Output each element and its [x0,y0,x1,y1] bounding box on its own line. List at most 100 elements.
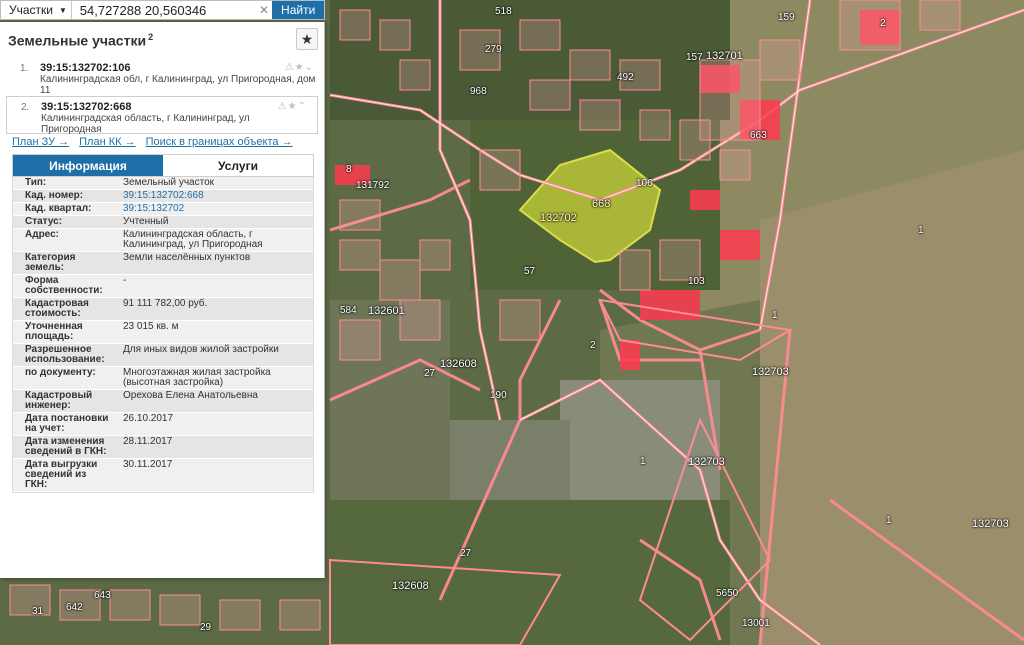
result-tools-icons[interactable]: ⚠★⌄ [285,62,314,73]
info-key: Кад. квартал: [25,203,92,214]
result-address: Калининградская обл, г Калининград, ул П… [40,74,316,96]
map-parcel-label: 279 [485,44,502,55]
result-cadastral-number[interactable]: 39:15:132702:106 [40,62,318,74]
map-parcel-label: 27 [424,368,436,379]
tab-services[interactable]: Услуги [163,155,313,176]
info-value: 26.10.2017 [123,413,174,424]
map-parcel-label: 2 [590,340,596,351]
plan-kk-link[interactable]: План КК → [79,136,135,148]
info-key: Форма собственности: [25,275,103,296]
result-item-selected[interactable]: 2. 39:15:132702:668 Калининградская обла… [6,96,318,135]
search-type-dropdown[interactable]: Участки ▼ [1,1,72,19]
info-row: Кадастровая стоимость: 91 111 782,00 руб. [13,298,313,321]
info-key: Статус: [25,216,63,227]
info-key: по документу: [25,367,96,378]
info-row: Форма собственности: - [13,275,313,298]
map-parcel-label: 5650 [716,588,739,599]
map-parcel-label: 968 [470,86,487,97]
star-icon[interactable]: ★ [296,28,318,50]
cadastral-quarter-link[interactable]: 39:15:132702 [111,203,313,215]
map-quarter-label: 132703 [688,456,725,468]
info-value: Земельный участок [123,177,215,188]
map-parcel-label: 157 [686,52,703,63]
result-item[interactable]: 1. 39:15:132702:106 Калининградская обл,… [0,58,324,96]
info-value: Калининградская область, г Калининград, … [123,229,263,250]
map-parcel-label: 57 [524,266,536,277]
info-key: Адрес: [25,229,59,240]
map-quarter-label: 132703 [752,366,789,378]
info-value: Учтенный [123,216,169,227]
info-value: Многоэтажная жилая застройка (высотная з… [123,367,271,388]
info-row: Тип: Земельный участок [13,177,313,190]
map-parcel-label: 8 [346,164,352,175]
info-value: 28.11.2017 [123,436,173,447]
map-parcel-label: 584 [340,305,357,316]
map-quarter-label: 132601 [368,305,405,317]
info-row: Дата постановки на учет: 26.10.2017 [13,413,313,436]
map-quarter-label: 132608 [440,358,477,370]
search-bar: Участки ▼ ✕ Найти [0,0,325,20]
result-address: Калининградская область, г Калининград, … [41,113,250,135]
selected-parcel-label: 668 [592,198,611,210]
results-count: 2 [148,31,154,42]
info-key: Дата постановки на учет: [25,413,109,434]
map-parcel-label: 518 [495,6,512,17]
info-row: Кад. квартал: 39:15:132702 [13,203,313,216]
map-quarter-label: 132703 [972,518,1009,530]
info-row: Категория земель: Земли населённых пункто… [13,252,313,275]
info-key: Кадастровый инженер: [25,390,93,411]
map-parcel-label: 1 [918,225,924,236]
tab-bar: Информация Услуги [12,154,314,177]
info-row: Дата выгрузки сведений из ГКН: 30.11.2017 [13,459,313,492]
map-quarter-label: 132701 [706,50,743,62]
panel-title-text: Земельные участки [8,32,147,49]
result-tools-icons[interactable]: ⚠★⌃ [278,101,307,112]
cadastral-number-link[interactable]: 39:15:132702:668 [111,190,313,202]
info-key: Дата изменения сведений в ГКН: [25,436,107,457]
search-bounds-link[interactable]: Поиск в границах объекта → [146,136,293,148]
map-parcel-label: 1 [886,515,892,526]
info-row: Адрес: Калининградская область, г Калинин… [13,229,313,252]
info-key: Категория земель: [25,252,76,273]
tab-information[interactable]: Информация [13,155,163,176]
search-button[interactable]: Найти [272,1,324,19]
map-parcel-label: 663 [750,130,767,141]
results-panel: Земельные участки 2 ★ 1. 39:15:132702:106… [0,22,325,578]
result-number: 1. [20,63,29,74]
map-parcel-label: 13001 [742,618,770,629]
info-key: Уточненная площадь: [25,321,83,342]
search-input[interactable] [71,1,256,19]
map-parcel-label: 27 [460,548,472,559]
map-parcel-label: 642 [66,602,83,613]
info-key: Тип: [25,177,47,188]
map-parcel-label: 131792 [356,180,390,191]
selected-quarter-label: 132702 [540,212,577,224]
info-key: Кад. номер: [25,190,84,201]
map-parcel-label: 159 [778,12,795,23]
info-row: Статус: Учтенный [13,216,313,229]
info-row: Уточненная площадь: 23 015 кв. м [13,321,313,344]
clear-icon[interactable]: ✕ [256,1,273,19]
map-parcel-label: 190 [490,390,507,401]
info-key: Кадастровая стоимость: [25,298,89,319]
info-key: Дата выгрузки сведений из ГКН: [25,459,98,490]
info-table: Тип: Земельный участок Кад. номер: 39:15:1… [12,177,314,493]
map-parcel-label: 1 [640,456,646,467]
map-parcel-label: 492 [617,72,634,83]
map-parcel-label: 2 [880,18,886,29]
info-key: Разрешенное использование: [25,344,105,365]
map-parcel-label: 31 [32,606,44,617]
map-parcel-label: 106 [636,178,653,189]
result-cadastral-number[interactable]: 39:15:132702:668 [41,101,311,113]
info-row: Разрешенное использование: Для иных видов… [13,344,313,367]
info-value: Орехова Елена Анатольевна [123,390,258,401]
info-row: по документу: Многоэтажная жилая застройк… [13,367,313,390]
search-type-label: Участки [9,3,53,17]
result-number: 2. [21,102,30,113]
plan-zu-link[interactable]: План ЗУ → [12,136,69,148]
info-value: 91 111 782,00 руб. [123,298,208,309]
info-value: 30.11.2017 [123,459,173,470]
map-parcel-label: 643 [94,590,111,601]
caret-down-icon: ▼ [59,5,67,15]
result-links: План ЗУ → План КК → Поиск в границах объек… [0,134,324,148]
